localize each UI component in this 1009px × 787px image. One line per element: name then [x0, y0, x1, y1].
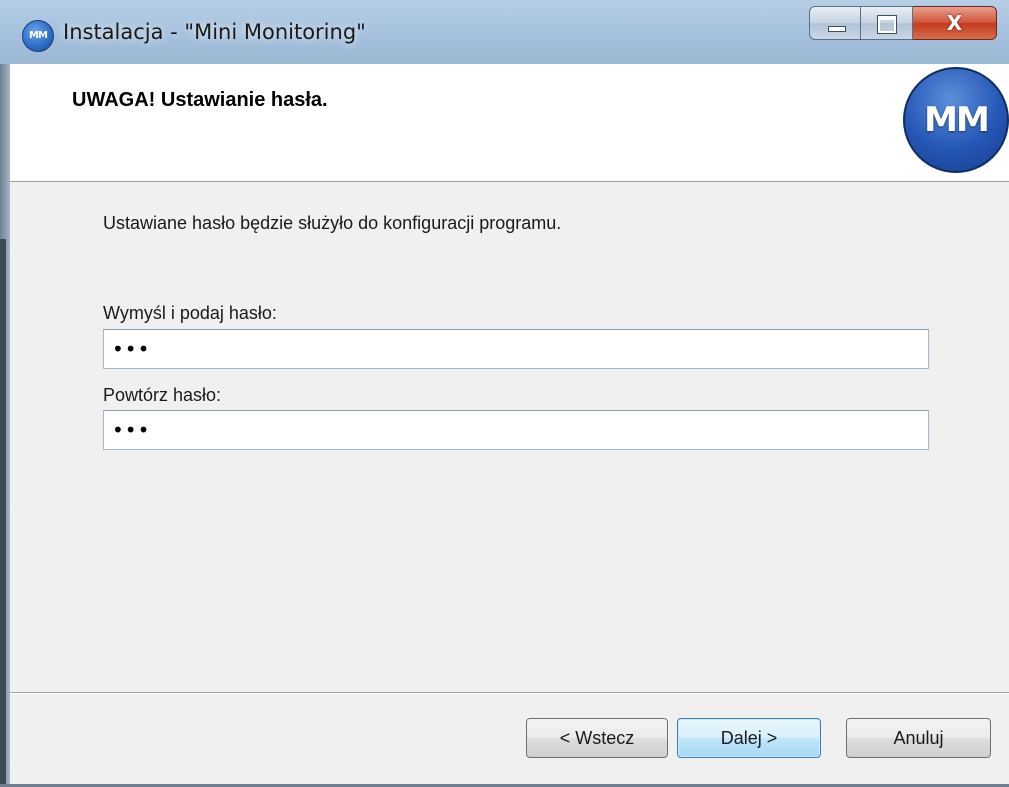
wizard-footer: < Wstecz Dalej > Anuluj: [10, 694, 1009, 784]
next-button[interactable]: Dalej >: [677, 718, 821, 758]
maximize-button[interactable]: [861, 6, 913, 40]
wizard-body: Ustawiane hasło będzie służyło do konfig…: [10, 182, 1009, 692]
confirm-password-label: Powtórz hasło:: [103, 385, 222, 405]
maximize-icon: [877, 15, 897, 34]
close-button[interactable]: X: [913, 6, 997, 40]
page-title: UWAGA! Ustawianie hasła.: [72, 89, 328, 111]
caption-buttons: X: [809, 6, 997, 40]
frame-strip: [0, 239, 6, 787]
password-label: Wymyśl i podaj hasło:: [103, 303, 277, 323]
window-title: Instalacja - "Mini Monitoring": [63, 20, 366, 44]
title-bar[interactable]: MM Instalacja - "Mini Monitoring" X: [0, 0, 1009, 65]
window-left-frame: [0, 64, 10, 787]
description-text: Ustawiane hasło będzie służyło do konfig…: [103, 213, 562, 233]
installer-window: MM Instalacja - "Mini Monitoring" X UWAG…: [0, 0, 1009, 787]
minimize-button[interactable]: [809, 6, 861, 40]
close-icon: X: [946, 11, 963, 35]
cancel-button[interactable]: Anuluj: [846, 718, 991, 758]
wizard-header: UWAGA! Ustawianie hasła. MM: [10, 64, 1009, 182]
back-button[interactable]: < Wstecz: [526, 718, 668, 758]
minimize-icon: [828, 26, 846, 32]
password-input[interactable]: [103, 329, 929, 369]
confirm-password-input[interactable]: [103, 410, 929, 450]
mini-monitoring-logo: MM: [903, 67, 1009, 173]
app-logo-icon: MM: [22, 20, 54, 52]
